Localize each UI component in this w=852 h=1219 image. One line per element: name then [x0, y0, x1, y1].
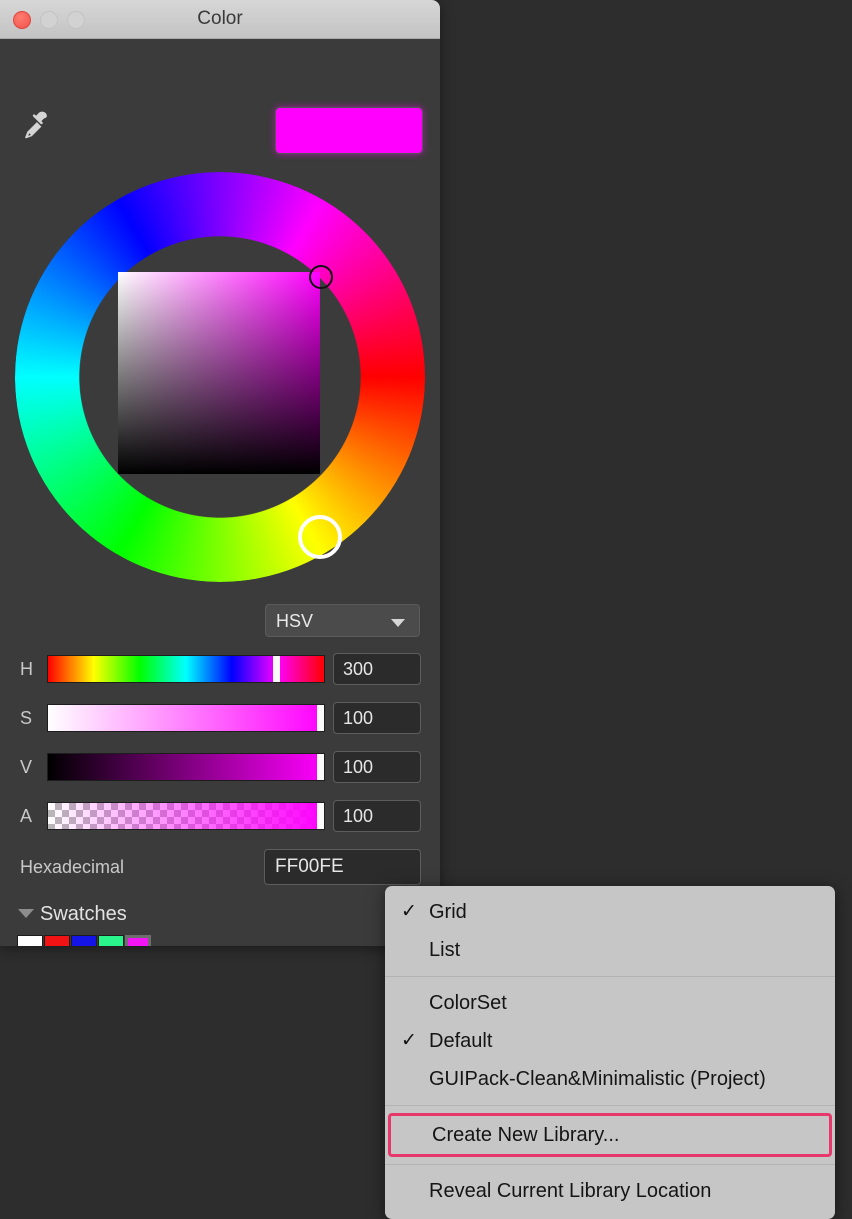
- saturation-value-square[interactable]: [118, 272, 320, 474]
- slider-track-h[interactable]: [47, 655, 325, 683]
- current-color-preview[interactable]: [275, 107, 423, 154]
- menu-item-grid[interactable]: ✓ Grid: [385, 893, 835, 931]
- menu-item-reveal-library-location[interactable]: Reveal Current Library Location: [385, 1172, 835, 1210]
- color-mode-row: HSV: [0, 604, 440, 638]
- slider-track-v[interactable]: [47, 753, 325, 781]
- slider-track-a[interactable]: [47, 802, 325, 830]
- menu-item-label: ColorSet: [429, 992, 507, 1014]
- menu-item-create-new-library[interactable]: Create New Library...: [388, 1113, 832, 1157]
- swatch-library-context-menu: ✓ Grid List ColorSet ✓ Default GUIPack-C…: [385, 886, 835, 1219]
- slider-label-h: H: [20, 659, 33, 679]
- menu-separator: [385, 976, 835, 977]
- swatch-blue[interactable]: [71, 935, 97, 946]
- menu-item-label: GUIPack-Clean&Minimalistic (Project): [429, 1068, 766, 1090]
- swatch-spring-green[interactable]: [98, 935, 124, 946]
- slider-row-a: A 100: [0, 800, 440, 832]
- menu-item-label: Grid: [429, 901, 467, 923]
- swatch-white[interactable]: [17, 935, 43, 946]
- menu-item-label: List: [429, 939, 461, 961]
- menu-item-label: Create New Library...: [432, 1124, 620, 1146]
- hexadecimal-row: Hexadecimal FF00FE: [0, 849, 440, 885]
- slider-value-s[interactable]: 100: [333, 702, 421, 734]
- swatch-magenta[interactable]: [125, 935, 151, 946]
- swatch-list: [17, 935, 152, 946]
- eyedropper-icon[interactable]: [18, 107, 56, 145]
- slider-row-v: V 100: [0, 751, 440, 783]
- menu-separator: [385, 1105, 835, 1106]
- menu-item-label: Default: [429, 1030, 493, 1052]
- slider-value-v[interactable]: 100: [333, 751, 421, 783]
- slider-value-h[interactable]: 300: [333, 653, 421, 685]
- slider-label-a: A: [20, 806, 33, 826]
- slider-handle-a[interactable]: [317, 803, 324, 829]
- color-mode-dropdown[interactable]: HSV: [265, 604, 420, 637]
- slider-handle-h[interactable]: [272, 656, 280, 682]
- color-wheel[interactable]: [10, 167, 430, 587]
- chevron-down-icon: [391, 619, 405, 627]
- swatch-red[interactable]: [44, 935, 70, 946]
- color-mode-label: HSV: [276, 611, 314, 631]
- saturation-value-cursor[interactable]: [309, 265, 333, 289]
- window-title: Color: [197, 8, 243, 29]
- triangle-down-icon[interactable]: [18, 909, 34, 918]
- menu-item-guipack[interactable]: GUIPack-Clean&Minimalistic (Project): [385, 1060, 835, 1098]
- check-icon: ✓: [401, 1030, 417, 1051]
- slider-label-s: S: [20, 708, 33, 728]
- hexadecimal-input[interactable]: FF00FE: [264, 849, 421, 885]
- check-icon: ✓: [401, 901, 417, 922]
- window-titlebar[interactable]: Color: [0, 0, 440, 39]
- hexadecimal-label: Hexadecimal: [20, 857, 125, 877]
- slider-row-s: S 100: [0, 702, 440, 734]
- hue-ring-cursor[interactable]: [298, 515, 342, 559]
- menu-item-label: Reveal Current Library Location: [429, 1180, 712, 1202]
- slider-handle-v[interactable]: [317, 754, 324, 780]
- menu-item-default[interactable]: ✓ Default: [385, 1022, 835, 1060]
- menu-separator: [385, 1164, 835, 1165]
- color-picker-body: HSV H 300 S 100 V 100 A 100 Hexadecimal …: [0, 39, 440, 946]
- menu-item-colorset[interactable]: ColorSet: [385, 984, 835, 1022]
- swatches-label: Swatches: [40, 903, 127, 925]
- slider-handle-s[interactable]: [317, 705, 324, 731]
- menu-item-list[interactable]: List: [385, 931, 835, 969]
- slider-row-h: H 300: [0, 653, 440, 685]
- color-picker-window: Color HSV H 300 S 100 V 100 A 100 Hexade…: [0, 0, 440, 946]
- slider-value-a[interactable]: 100: [333, 800, 421, 832]
- slider-label-v: V: [20, 757, 33, 777]
- slider-track-s[interactable]: [47, 704, 325, 732]
